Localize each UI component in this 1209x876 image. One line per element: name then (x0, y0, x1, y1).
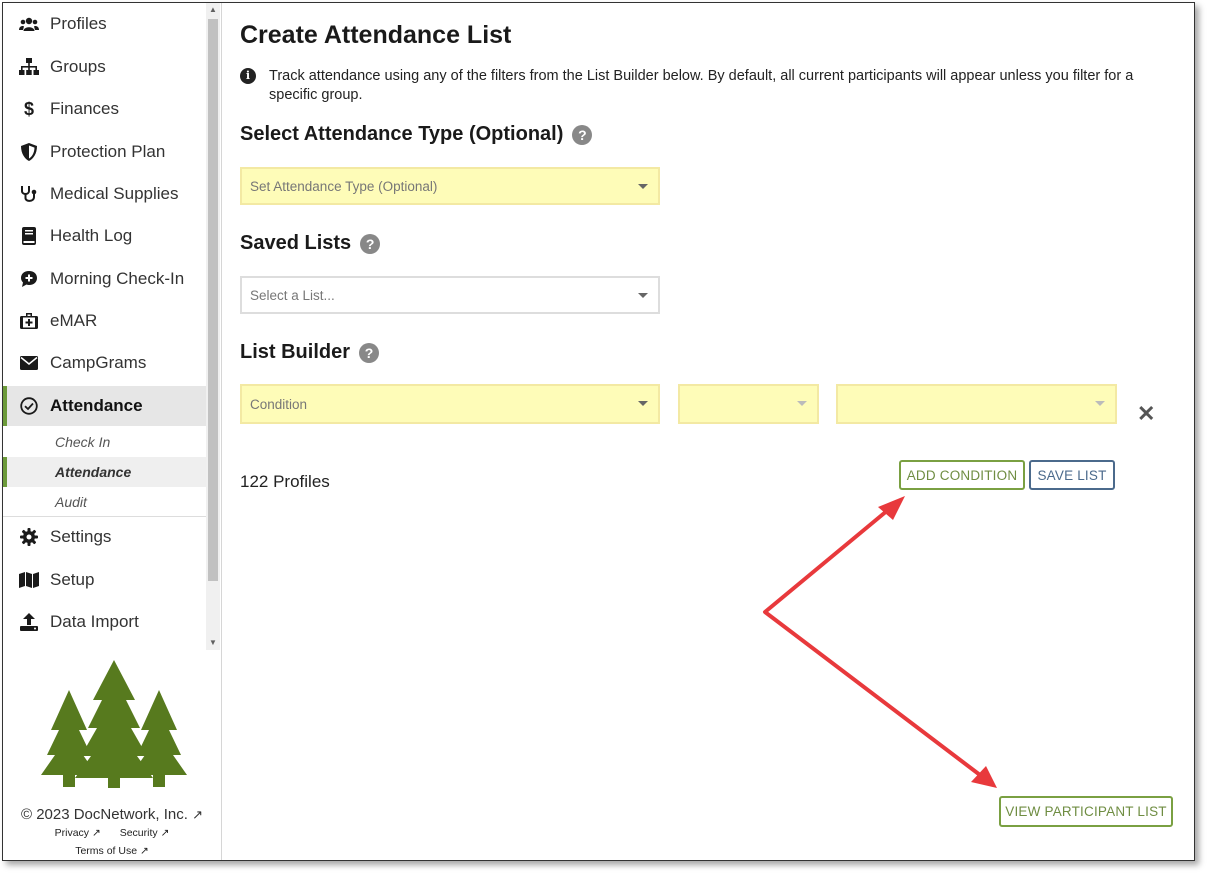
copyright-text: © 2023 DocNetwork, Inc. (20, 806, 188, 823)
medkit-icon (19, 311, 39, 331)
add-condition-button[interactable]: ADD CONDITION (899, 460, 1025, 490)
help-icon[interactable]: ? (360, 233, 381, 254)
select-placeholder: Set Attendance Type (Optional) (250, 178, 438, 194)
external-link-icon: ↗ (91, 827, 101, 839)
gear-icon (19, 527, 39, 547)
view-participant-list-button[interactable]: VIEW PARTICIPANT LIST (999, 796, 1173, 827)
profiles-count: 122 Profiles (240, 472, 330, 491)
sitemap-icon (19, 57, 39, 77)
sidebar-item-finances[interactable]: $ Finances (3, 90, 206, 128)
condition-select[interactable]: Condition (240, 384, 660, 424)
select-placeholder: Select a List... (250, 287, 335, 303)
attendance-type-select[interactable]: Set Attendance Type (Optional) (240, 167, 660, 205)
divider (3, 516, 206, 517)
sidebar-item-attendance[interactable]: Attendance (3, 386, 206, 426)
check-circle-icon (19, 396, 39, 416)
sidebar: Profiles Groups $ Finances Protection Pl… (3, 3, 206, 650)
heading-text: Select Attendance Type (Optional) (240, 123, 564, 145)
sidebar-item-label: eMAR (50, 311, 98, 330)
save-list-button[interactable]: SAVE LIST (1029, 460, 1115, 490)
sidebar-subitem-attendance[interactable]: Attendance (3, 457, 206, 487)
chevron-down-icon (638, 184, 648, 189)
scroll-thumb[interactable] (208, 19, 218, 581)
sidebar-item-health-log[interactable]: Health Log (3, 217, 206, 255)
value-select[interactable] (836, 384, 1117, 424)
sidebar-item-label: Groups (50, 57, 106, 76)
list-builder-heading: List Builder ? (240, 341, 380, 364)
footer-links: Privacy ↗ Security ↗ (3, 827, 221, 839)
comment-plus-icon (19, 269, 39, 289)
privacy-label: Privacy (54, 827, 90, 839)
sidebar-item-label: Health Log (50, 226, 133, 245)
sidebar-item-setup[interactable]: Setup (3, 561, 206, 599)
sidebar-item-label: Medical Supplies (50, 184, 179, 203)
envelope-icon (19, 353, 39, 373)
saved-lists-select[interactable]: Select a List... (240, 276, 660, 314)
sidebar-scrollbar[interactable]: ▲ ▼ (206, 3, 220, 650)
info-message: i Track attendance using any of the filt… (240, 67, 1160, 105)
sidebar-item-label: Data Import (50, 612, 139, 631)
sidebar-item-label: Finances (50, 99, 119, 118)
heading-text: Saved Lists (240, 232, 352, 254)
upload-icon (19, 612, 39, 632)
operator-select[interactable] (678, 384, 819, 424)
select-placeholder: Condition (250, 396, 308, 412)
sidebar-subitem-audit[interactable]: Audit (3, 487, 206, 517)
chevron-down-icon (1095, 401, 1105, 406)
sidebar-item-label: Profiles (50, 14, 107, 33)
scroll-down-icon[interactable]: ▼ (206, 636, 220, 650)
dollar-icon: $ (23, 98, 34, 119)
security-label: Security (119, 827, 158, 839)
sidebar-item-label: Settings (50, 527, 112, 546)
external-link-icon: ↗ (139, 845, 149, 857)
tree-logo-icon (41, 660, 187, 788)
book-icon (19, 226, 39, 246)
terms-label: Terms of Use (75, 845, 138, 857)
sidebar-item-profiles[interactable]: Profiles (3, 5, 206, 43)
sidebar-item-label: Protection Plan (50, 142, 166, 161)
page-title: Create Attendance List (240, 21, 512, 49)
chevron-down-icon (797, 401, 807, 406)
help-icon[interactable]: ? (359, 342, 380, 363)
sidebar-item-label: Setup (50, 570, 95, 589)
chevron-down-icon (638, 293, 648, 298)
attendance-type-heading: Select Attendance Type (Optional) ? (240, 123, 593, 146)
sidebar-item-morning-check-in[interactable]: Morning Check-In (3, 260, 206, 298)
sidebar-item-label: Morning Check-In (50, 269, 185, 288)
sidebar-item-protection-plan[interactable]: Protection Plan (3, 133, 206, 171)
stethoscope-icon (19, 184, 39, 204)
sidebar-item-groups[interactable]: Groups (3, 48, 206, 86)
sidebar-item-label: Attendance (50, 396, 143, 415)
footer-copyright[interactable]: © 2023 DocNetwork, Inc. ↗ (3, 806, 221, 823)
sidebar-subitem-check-in[interactable]: Check In (3, 427, 206, 457)
remove-condition-close-icon[interactable]: ✕ (1137, 403, 1155, 425)
app-window: Profiles Groups $ Finances Protection Pl… (2, 2, 1195, 861)
main-content: Create Attendance List i Track attendanc… (240, 3, 1180, 860)
sidebar-item-campgrams[interactable]: CampGrams (3, 344, 206, 382)
help-icon[interactable]: ? (572, 124, 593, 145)
sidebar-item-emar[interactable]: eMAR (3, 302, 206, 340)
map-icon (19, 570, 39, 590)
privacy-link[interactable]: Privacy ↗ (55, 827, 101, 839)
terms-link[interactable]: Terms of Use ↗ (3, 845, 221, 857)
sidebar-item-label: CampGrams (50, 353, 147, 372)
sidebar-item-settings[interactable]: Settings (3, 518, 206, 556)
users-icon (19, 14, 39, 34)
info-icon: i (240, 68, 256, 84)
scroll-up-icon[interactable]: ▲ (206, 3, 220, 17)
security-link[interactable]: Security ↗ (120, 827, 170, 839)
external-link-icon: ↗ (192, 807, 204, 822)
divider (221, 3, 222, 860)
info-text: Track attendance using any of the filter… (269, 68, 1134, 103)
sidebar-item-data-import[interactable]: Data Import (3, 603, 206, 641)
shield-icon (19, 142, 39, 162)
sidebar-item-medical-supplies[interactable]: Medical Supplies (3, 175, 206, 213)
chevron-down-icon (638, 401, 648, 406)
external-link-icon: ↗ (160, 827, 170, 839)
saved-lists-heading: Saved Lists ? (240, 232, 381, 255)
heading-text: List Builder (240, 341, 351, 363)
